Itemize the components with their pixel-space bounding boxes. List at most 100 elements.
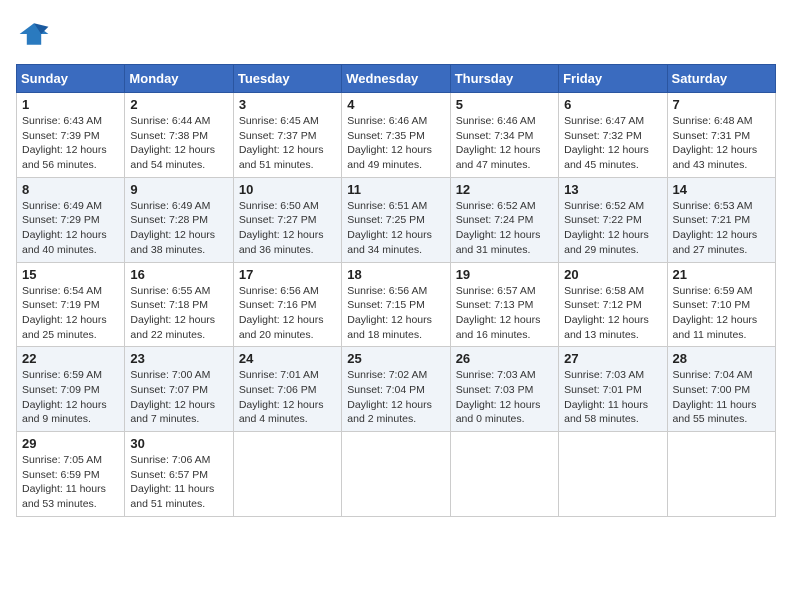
calendar-week-2: 8 Sunrise: 6:49 AMSunset: 7:29 PMDaylight… bbox=[17, 177, 776, 262]
day-info: Sunrise: 6:59 AMSunset: 7:09 PMDaylight:… bbox=[22, 368, 119, 427]
calendar-day-12: 12 Sunrise: 6:52 AMSunset: 7:24 PMDayligh… bbox=[450, 177, 558, 262]
calendar-day-22: 22 Sunrise: 6:59 AMSunset: 7:09 PMDayligh… bbox=[17, 347, 125, 432]
day-number: 6 bbox=[564, 97, 661, 112]
day-number: 13 bbox=[564, 182, 661, 197]
day-number: 21 bbox=[673, 267, 770, 282]
empty-cell bbox=[667, 432, 775, 517]
day-info: Sunrise: 6:51 AMSunset: 7:25 PMDaylight:… bbox=[347, 199, 444, 258]
calendar-day-26: 26 Sunrise: 7:03 AMSunset: 7:03 PMDayligh… bbox=[450, 347, 558, 432]
day-number: 12 bbox=[456, 182, 553, 197]
day-number: 16 bbox=[130, 267, 227, 282]
day-number: 30 bbox=[130, 436, 227, 451]
calendar-day-23: 23Sunrise: 7:00 AMSunset: 7:07 PMDayligh… bbox=[125, 347, 233, 432]
day-number: 10 bbox=[239, 182, 336, 197]
day-info: Sunrise: 6:45 AMSunset: 7:37 PMDaylight:… bbox=[239, 114, 336, 173]
day-number: 20 bbox=[564, 267, 661, 282]
weekday-saturday: Saturday bbox=[667, 65, 775, 93]
day-info: Sunrise: 6:57 AMSunset: 7:13 PMDaylight:… bbox=[456, 284, 553, 343]
day-info: Sunrise: 6:49 AMSunset: 7:28 PMDaylight:… bbox=[130, 199, 227, 258]
weekday-thursday: Thursday bbox=[450, 65, 558, 93]
day-number: 7 bbox=[673, 97, 770, 112]
day-info: Sunrise: 7:01 AMSunset: 7:06 PMDaylight:… bbox=[239, 368, 336, 427]
weekday-friday: Friday bbox=[559, 65, 667, 93]
day-number: 11 bbox=[347, 182, 444, 197]
logo-icon bbox=[16, 16, 52, 52]
day-number: 26 bbox=[456, 351, 553, 366]
day-number: 2 bbox=[130, 97, 227, 112]
calendar-week-1: 1Sunrise: 6:43 AMSunset: 7:39 PMDaylight… bbox=[17, 93, 776, 178]
day-info: Sunrise: 6:46 AMSunset: 7:35 PMDaylight:… bbox=[347, 114, 444, 173]
calendar-day-30: 30 Sunrise: 7:06 AMSunset: 6:57 PMDayligh… bbox=[125, 432, 233, 517]
day-number: 23 bbox=[130, 351, 227, 366]
weekday-header-row: SundayMondayTuesdayWednesdayThursdayFrid… bbox=[17, 65, 776, 93]
calendar-day-14: 14 Sunrise: 6:53 AMSunset: 7:21 PMDayligh… bbox=[667, 177, 775, 262]
day-info: Sunrise: 6:52 AMSunset: 7:22 PMDaylight:… bbox=[564, 199, 661, 258]
day-info: Sunrise: 7:06 AMSunset: 6:57 PMDaylight:… bbox=[130, 453, 227, 512]
calendar-day-28: 28 Sunrise: 7:04 AMSunset: 7:00 PMDayligh… bbox=[667, 347, 775, 432]
calendar-day-3: 3 Sunrise: 6:45 AMSunset: 7:37 PMDaylight… bbox=[233, 93, 341, 178]
day-info: Sunrise: 6:54 AMSunset: 7:19 PMDaylight:… bbox=[22, 284, 119, 343]
day-info: Sunrise: 7:03 AMSunset: 7:03 PMDaylight:… bbox=[456, 368, 553, 427]
calendar-day-10: 10 Sunrise: 6:50 AMSunset: 7:27 PMDayligh… bbox=[233, 177, 341, 262]
day-info: Sunrise: 7:04 AMSunset: 7:00 PMDaylight:… bbox=[673, 368, 770, 427]
calendar-day-8: 8 Sunrise: 6:49 AMSunset: 7:29 PMDaylight… bbox=[17, 177, 125, 262]
day-info: Sunrise: 6:48 AMSunset: 7:31 PMDaylight:… bbox=[673, 114, 770, 173]
calendar-day-11: 11 Sunrise: 6:51 AMSunset: 7:25 PMDayligh… bbox=[342, 177, 450, 262]
day-info: Sunrise: 6:56 AMSunset: 7:16 PMDaylight:… bbox=[239, 284, 336, 343]
day-info: Sunrise: 6:44 AMSunset: 7:38 PMDaylight:… bbox=[130, 114, 227, 173]
calendar-day-1: 1Sunrise: 6:43 AMSunset: 7:39 PMDaylight… bbox=[17, 93, 125, 178]
day-info: Sunrise: 6:52 AMSunset: 7:24 PMDaylight:… bbox=[456, 199, 553, 258]
calendar-day-24: 24 Sunrise: 7:01 AMSunset: 7:06 PMDayligh… bbox=[233, 347, 341, 432]
day-info: Sunrise: 6:53 AMSunset: 7:21 PMDaylight:… bbox=[673, 199, 770, 258]
calendar-day-15: 15Sunrise: 6:54 AMSunset: 7:19 PMDayligh… bbox=[17, 262, 125, 347]
empty-cell bbox=[342, 432, 450, 517]
calendar-day-19: 19 Sunrise: 6:57 AMSunset: 7:13 PMDayligh… bbox=[450, 262, 558, 347]
calendar-day-13: 13 Sunrise: 6:52 AMSunset: 7:22 PMDayligh… bbox=[559, 177, 667, 262]
calendar-week-3: 15Sunrise: 6:54 AMSunset: 7:19 PMDayligh… bbox=[17, 262, 776, 347]
calendar-day-29: 29 Sunrise: 7:05 AMSunset: 6:59 PMDayligh… bbox=[17, 432, 125, 517]
calendar-day-5: 5Sunrise: 6:46 AMSunset: 7:34 PMDaylight… bbox=[450, 93, 558, 178]
day-info: Sunrise: 6:55 AMSunset: 7:18 PMDaylight:… bbox=[130, 284, 227, 343]
day-info: Sunrise: 6:49 AMSunset: 7:29 PMDaylight:… bbox=[22, 199, 119, 258]
calendar-day-6: 6 Sunrise: 6:47 AMSunset: 7:32 PMDaylight… bbox=[559, 93, 667, 178]
calendar-day-18: 18Sunrise: 6:56 AMSunset: 7:15 PMDayligh… bbox=[342, 262, 450, 347]
day-info: Sunrise: 7:05 AMSunset: 6:59 PMDaylight:… bbox=[22, 453, 119, 512]
calendar-day-2: 2 Sunrise: 6:44 AMSunset: 7:38 PMDaylight… bbox=[125, 93, 233, 178]
calendar-day-4: 4Sunrise: 6:46 AMSunset: 7:35 PMDaylight… bbox=[342, 93, 450, 178]
day-number: 25 bbox=[347, 351, 444, 366]
day-number: 29 bbox=[22, 436, 119, 451]
weekday-wednesday: Wednesday bbox=[342, 65, 450, 93]
calendar-day-16: 16 Sunrise: 6:55 AMSunset: 7:18 PMDayligh… bbox=[125, 262, 233, 347]
day-number: 17 bbox=[239, 267, 336, 282]
day-info: Sunrise: 6:58 AMSunset: 7:12 PMDaylight:… bbox=[564, 284, 661, 343]
empty-cell bbox=[559, 432, 667, 517]
empty-cell bbox=[450, 432, 558, 517]
calendar-week-5: 29 Sunrise: 7:05 AMSunset: 6:59 PMDayligh… bbox=[17, 432, 776, 517]
calendar-day-21: 21Sunrise: 6:59 AMSunset: 7:10 PMDayligh… bbox=[667, 262, 775, 347]
calendar-day-27: 27Sunrise: 7:03 AMSunset: 7:01 PMDayligh… bbox=[559, 347, 667, 432]
day-number: 28 bbox=[673, 351, 770, 366]
day-number: 14 bbox=[673, 182, 770, 197]
calendar-day-9: 9 Sunrise: 6:49 AMSunset: 7:28 PMDaylight… bbox=[125, 177, 233, 262]
day-number: 8 bbox=[22, 182, 119, 197]
day-number: 19 bbox=[456, 267, 553, 282]
calendar-day-25: 25 Sunrise: 7:02 AMSunset: 7:04 PMDayligh… bbox=[342, 347, 450, 432]
day-number: 18 bbox=[347, 267, 444, 282]
day-info: Sunrise: 6:47 AMSunset: 7:32 PMDaylight:… bbox=[564, 114, 661, 173]
calendar-week-4: 22 Sunrise: 6:59 AMSunset: 7:09 PMDayligh… bbox=[17, 347, 776, 432]
day-number: 24 bbox=[239, 351, 336, 366]
calendar-day-7: 7 Sunrise: 6:48 AMSunset: 7:31 PMDaylight… bbox=[667, 93, 775, 178]
calendar-table: SundayMondayTuesdayWednesdayThursdayFrid… bbox=[16, 64, 776, 517]
calendar-day-20: 20 Sunrise: 6:58 AMSunset: 7:12 PMDayligh… bbox=[559, 262, 667, 347]
weekday-sunday: Sunday bbox=[17, 65, 125, 93]
day-number: 3 bbox=[239, 97, 336, 112]
calendar-day-17: 17 Sunrise: 6:56 AMSunset: 7:16 PMDayligh… bbox=[233, 262, 341, 347]
empty-cell bbox=[233, 432, 341, 517]
day-number: 27 bbox=[564, 351, 661, 366]
day-number: 9 bbox=[130, 182, 227, 197]
day-number: 5 bbox=[456, 97, 553, 112]
day-number: 22 bbox=[22, 351, 119, 366]
day-info: Sunrise: 6:43 AMSunset: 7:39 PMDaylight:… bbox=[22, 114, 119, 173]
day-info: Sunrise: 7:02 AMSunset: 7:04 PMDaylight:… bbox=[347, 368, 444, 427]
day-info: Sunrise: 6:50 AMSunset: 7:27 PMDaylight:… bbox=[239, 199, 336, 258]
